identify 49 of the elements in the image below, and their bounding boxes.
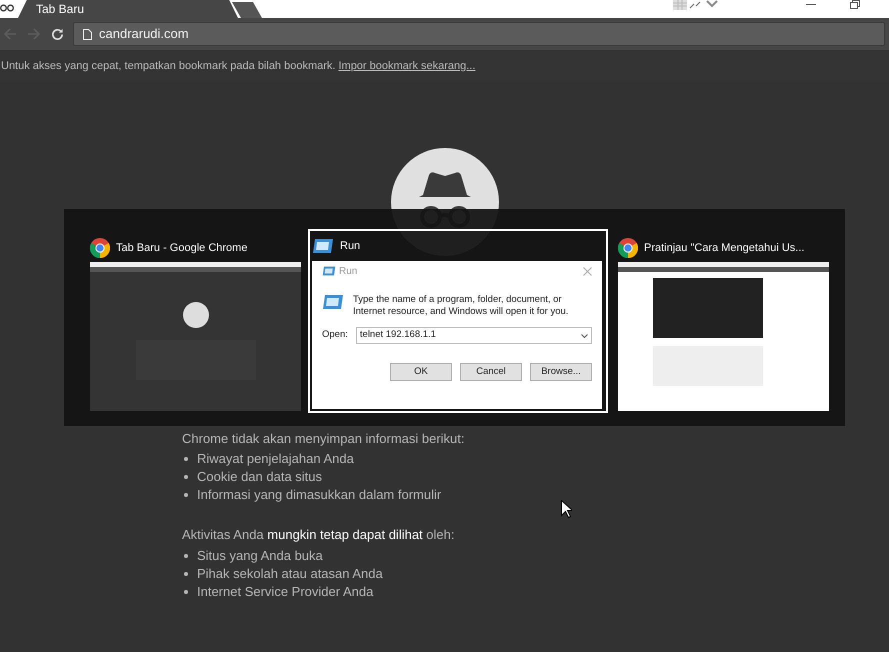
grid-icon (673, 0, 687, 10)
run-icon (322, 266, 336, 276)
command-text: telnet 192.168.1.1 (360, 328, 437, 342)
new-tab-button[interactable] (232, 2, 262, 18)
window-preview[interactable]: Tab Baru - Google Chrome (86, 231, 302, 415)
list-item-text: Riwayat penjelajahan Anda (197, 450, 354, 468)
bookmark-bar-message: Untuk akses yang cepat, tempatkan bookmark pada bilah bookmark. (1, 58, 336, 74)
run-icon (312, 238, 334, 254)
dialog-button[interactable]: OK (390, 363, 452, 381)
visibility-note: Aktivitas Anda mungkin tetap dapat dilihat oleh: (182, 526, 456, 544)
incognito-glasses-icon (0, 4, 14, 12)
bullet-icon (184, 572, 188, 576)
window-title: Tab Baru - Google Chrome (116, 240, 248, 256)
open-label: Open: (322, 328, 348, 342)
bullet-icon (184, 475, 188, 479)
list-item-text: Informasi yang dimasukkan dalam formulir (197, 486, 442, 504)
list-item-text: Situs yang Anda buka (197, 547, 323, 565)
window-preview[interactable]: Run Run Type the name of a program, folder, document, or Internet resource, and Windows will open it for you. Open: telnet 192.168.1.1 OK Cancel Browse... (308, 229, 608, 413)
dialog-button[interactable]: Browse... (530, 363, 592, 381)
page-icon (83, 28, 92, 40)
mouse-cursor-icon (561, 500, 572, 518)
import-bookmarks-link[interactable]: Impor bookmark sekarang... (338, 58, 476, 74)
list-item-text: Cookie dan data situs (197, 468, 322, 486)
command-combo-box[interactable]: telnet 192.168.1.1 (356, 327, 592, 344)
bullet-icon (184, 493, 188, 497)
browser-tab[interactable]: Tab Baru (18, 0, 238, 18)
window-preview[interactable]: Pratinjau "Cara Mengetahui Us... (614, 231, 830, 415)
dropdown-icon (705, 0, 719, 8)
chrome-logo-icon (618, 238, 638, 258)
chevron-down-icon (581, 334, 588, 338)
bullet-icon (184, 457, 188, 461)
address-bar[interactable]: candrarudi.com (73, 22, 885, 46)
dialog-message: Type the name of a program, folder, document, or Internet resource, and Windows will open it for you. (353, 294, 570, 318)
list-item-text: Internet Service Provider Anda (197, 583, 374, 601)
restore-icon[interactable] (850, 0, 860, 9)
window-title: Run (340, 238, 360, 254)
window-title: Pratinjau "Cara Mengetahui Us... (644, 240, 804, 256)
dialog-button[interactable]: Cancel (460, 363, 522, 381)
resize-icon (688, 0, 702, 10)
run-icon (322, 294, 344, 310)
bullet-icon (184, 554, 188, 558)
list-item-text: Pihak sekolah atau atasan Anda (197, 565, 383, 583)
chrome-logo-icon (90, 238, 110, 258)
heading-text: Chrome tidak akan menyimpan informasi berikut: (182, 430, 465, 448)
url-text: candrarudi.com (99, 25, 189, 44)
bullet-icon (184, 590, 188, 594)
minimize-icon[interactable] (806, 4, 816, 6)
dialog-title: Run (339, 264, 358, 278)
reload-icon[interactable] (51, 28, 64, 40)
